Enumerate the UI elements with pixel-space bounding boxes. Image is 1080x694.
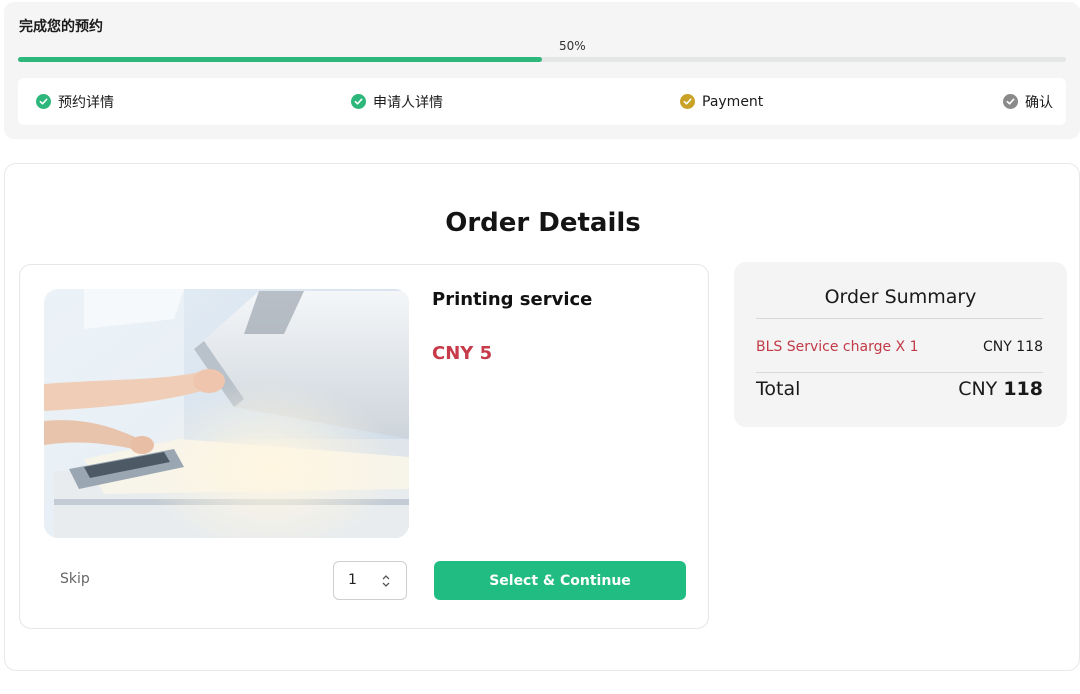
step-applicant-details[interactable]: 申请人详情 [351, 78, 443, 125]
summary-total-label: Total [756, 378, 801, 400]
quantity-stepper[interactable]: 1 [333, 561, 407, 600]
check-circle-icon [1003, 94, 1018, 109]
summary-line-amount: CNY 118 [983, 339, 1043, 355]
step-label: 申请人详情 [373, 94, 443, 111]
check-circle-icon [36, 94, 51, 109]
order-summary-card: Order Summary BLS Service charge X 1 CNY… [734, 262, 1067, 427]
select-continue-button[interactable]: Select & Continue [434, 561, 686, 600]
progress-bar-fill [18, 57, 542, 62]
step-payment[interactable]: Payment [680, 78, 763, 125]
summary-divider [756, 372, 1043, 373]
booking-progress-panel: 完成您的预约 50% 预约详情 申请人详情 Payment 确认 [4, 2, 1080, 139]
order-panel: Order Details Printing service CNY 5 Ski… [4, 163, 1080, 671]
summary-line-label: BLS Service charge X 1 [756, 339, 919, 355]
step-confirmation[interactable]: 确认 [1003, 78, 1053, 125]
step-booking-details[interactable]: 预约详情 [36, 78, 114, 125]
summary-divider [756, 318, 1043, 319]
skip-button[interactable]: Skip [60, 571, 90, 587]
check-circle-icon [351, 94, 366, 109]
spinner-arrows-icon[interactable] [382, 573, 390, 589]
progress-title: 完成您的预约 [19, 19, 103, 35]
quantity-value[interactable]: 1 [348, 572, 357, 588]
product-card: Printing service CNY 5 Skip 1 Select & C… [19, 264, 709, 629]
step-label: 预约详情 [58, 94, 114, 111]
product-name: Printing service [432, 289, 593, 310]
product-image [44, 289, 409, 538]
product-price: CNY 5 [432, 343, 493, 364]
steps-bar: 预约详情 申请人详情 Payment 确认 [18, 78, 1066, 125]
check-circle-icon [680, 94, 695, 109]
summary-title: Order Summary [824, 286, 977, 308]
progress-bar [18, 57, 1066, 62]
page-title: Order Details [445, 208, 641, 238]
summary-total-amount: CNY 118 [958, 378, 1043, 400]
step-label: Payment [702, 93, 764, 110]
step-label: 确认 [1025, 94, 1053, 111]
progress-percent-label: 50% [559, 39, 586, 53]
total-currency: CNY [958, 378, 1004, 400]
total-value: 118 [1003, 378, 1043, 400]
